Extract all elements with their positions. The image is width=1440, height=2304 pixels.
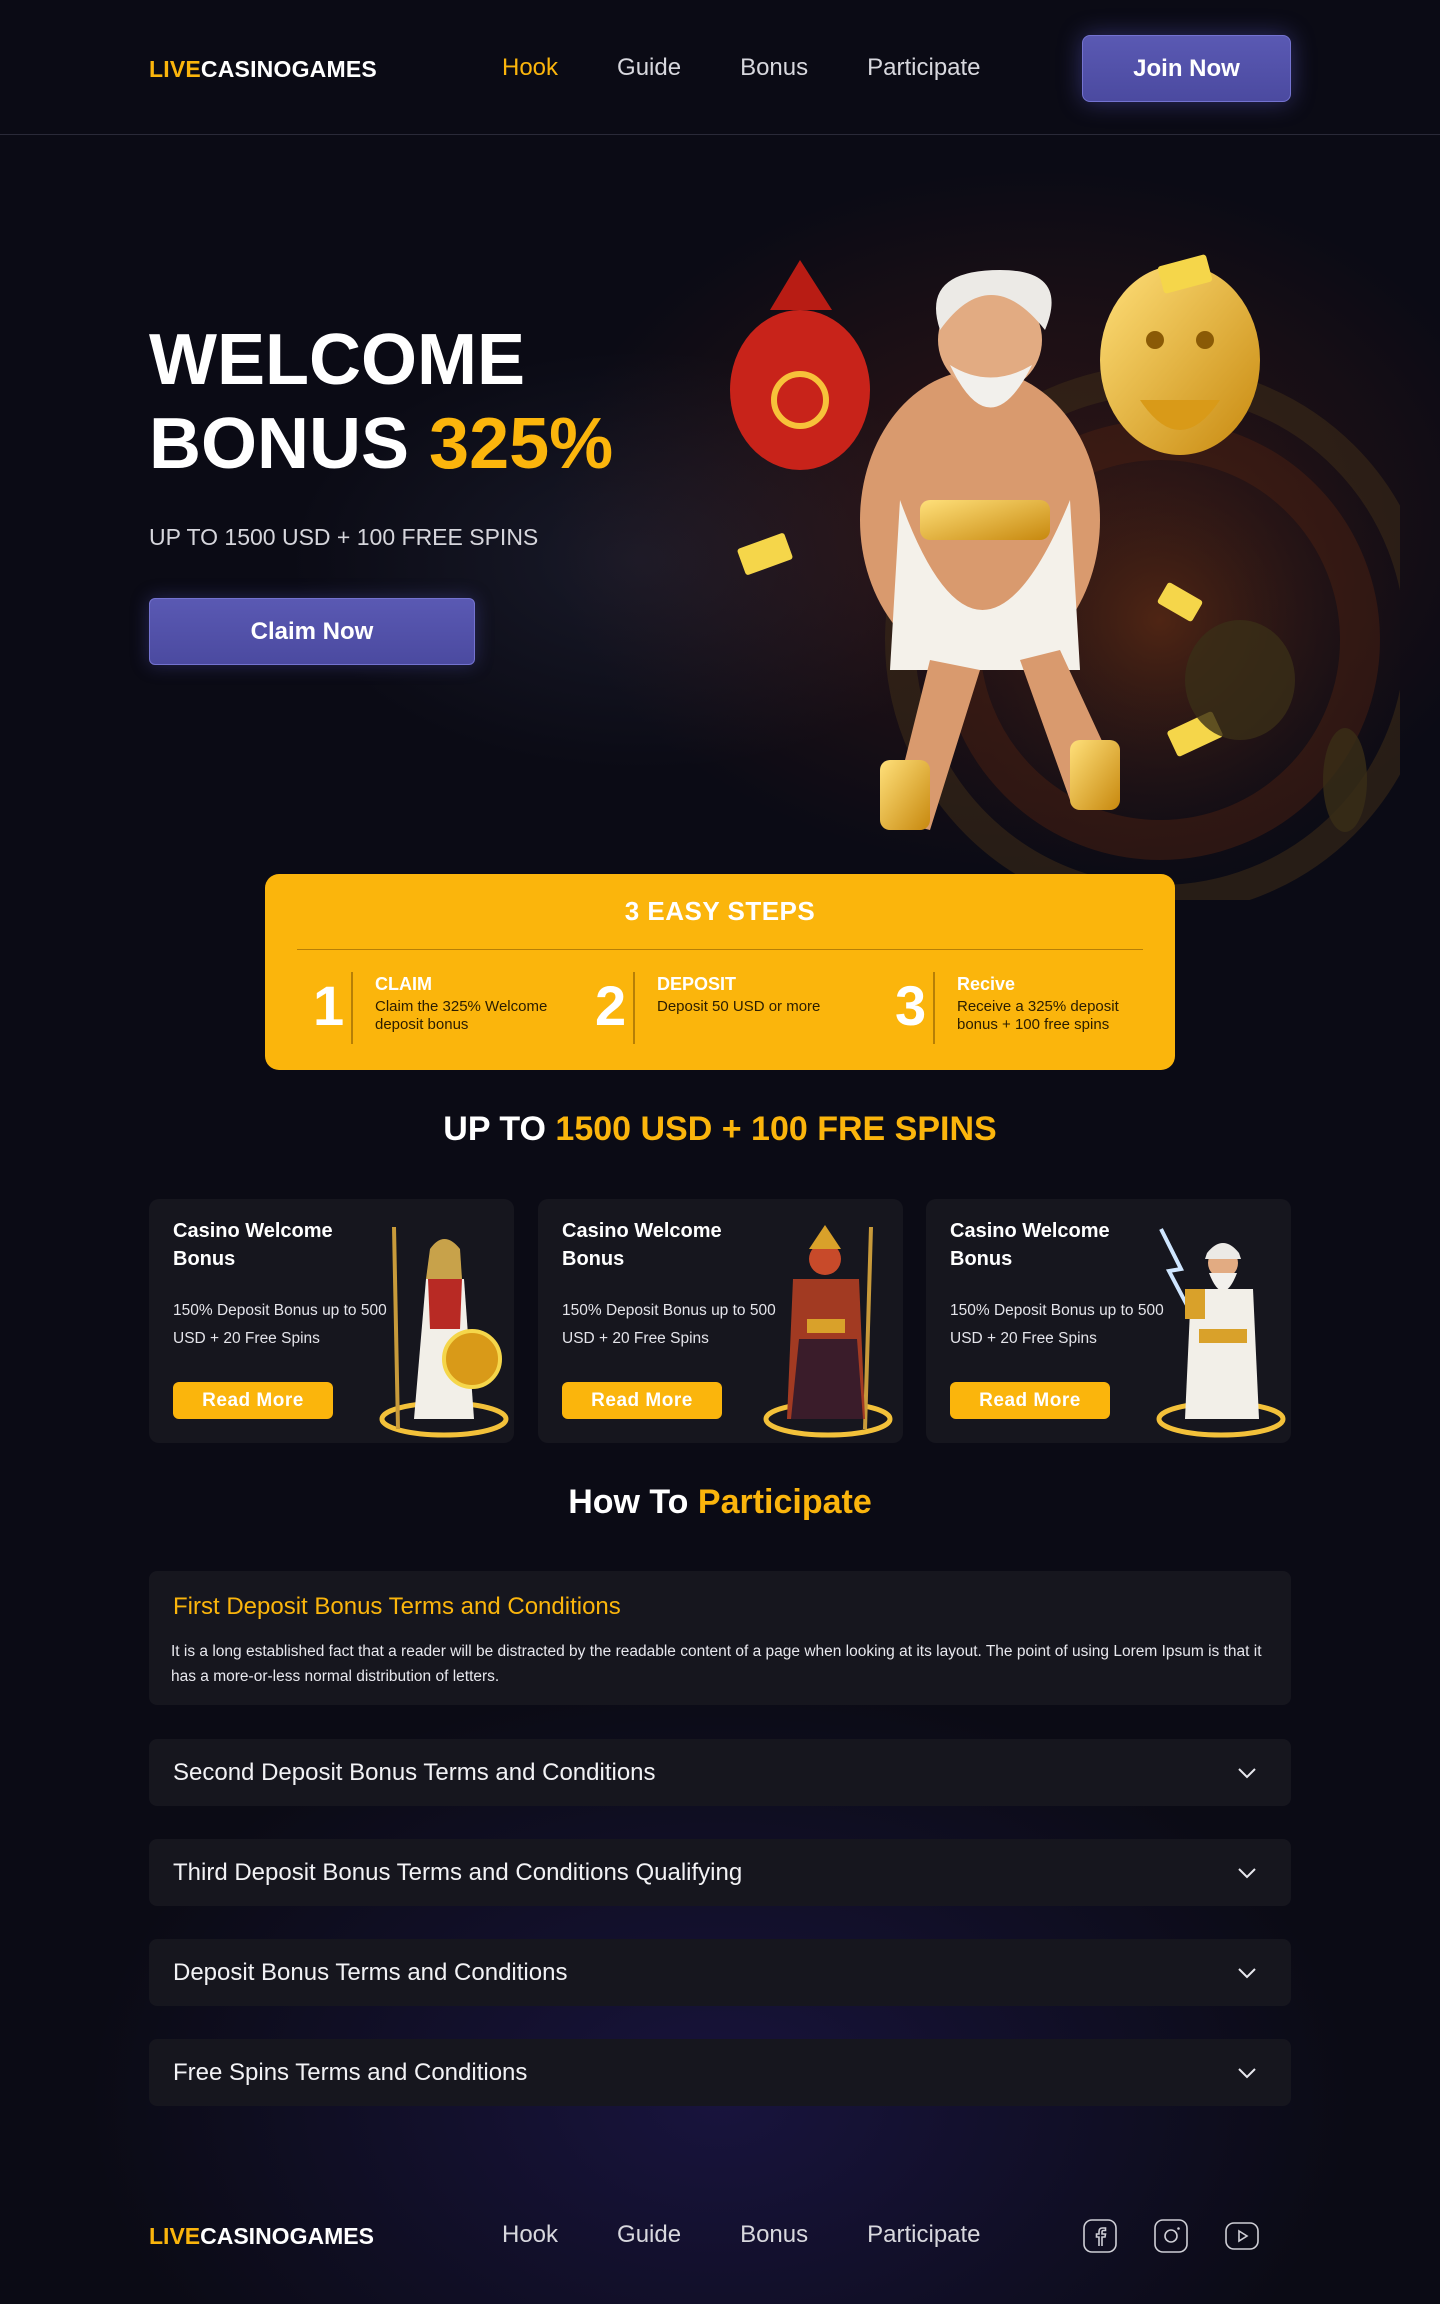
footer-nav: Hook Guide Bonus Participate — [502, 2221, 1040, 2249]
step-number: 2 — [595, 974, 627, 1037]
accordion-title[interactable]: First Deposit Bonus Terms and Conditions — [173, 1593, 621, 1621]
step-description: Claim the 325% Welcome deposit bonus — [375, 998, 548, 1033]
read-more-button[interactable]: Read More — [950, 1382, 1110, 1419]
easy-steps-card: 3 EASY STEPS 1 CLAIM Claim the 325% Welc… — [265, 874, 1175, 1070]
footer-nav-participate[interactable]: Participate — [867, 2221, 980, 2249]
step-divider — [351, 972, 353, 1044]
chevron-down-icon[interactable] — [1235, 1961, 1259, 1985]
hero-title-percent: 325% — [429, 404, 614, 484]
read-more-button[interactable]: Read More — [562, 1382, 722, 1419]
steps-title: 3 EASY STEPS — [624, 896, 816, 926]
step-title: Recive — [957, 974, 1016, 994]
footer-nav-guide[interactable]: Guide — [617, 2221, 681, 2249]
step-description: Receive a 325% deposit bonus + 100 free … — [957, 998, 1119, 1033]
step-claim: 1 CLAIM Claim the 325% Welcome deposit b… — [313, 972, 563, 1044]
step-divider — [933, 972, 935, 1044]
offer-headline: UP TO 1500 USD + 100 FRE SPINS — [0, 1110, 1440, 1149]
bonus-card: Casino Welcome Bonus 150% Deposit Bonus … — [926, 1199, 1291, 1443]
card-description: 150% Deposit Bonus up to 500 USD + 20 Fr… — [562, 1302, 776, 1347]
bonus-card: Casino Welcome Bonus 150% Deposit Bonus … — [149, 1199, 514, 1443]
nav-hook[interactable]: Hook — [502, 54, 558, 82]
site-header: LIVECASINOGAMES Hook Guide Bonus Partici… — [0, 0, 1440, 135]
card-description: 150% Deposit Bonus up to 500 USD + 20 Fr… — [950, 1302, 1164, 1347]
step-title: DEPOSIT — [657, 974, 737, 994]
footer-logo-live: LIVE — [149, 2223, 201, 2249]
footer-logo[interactable]: LIVECASINOGAMES — [149, 2223, 374, 2250]
hero-zeus-illustration — [730, 254, 1400, 900]
hero-title-line2: BONUS 325% — [149, 402, 613, 486]
footer-logo-casinogames: CASINOGAMES — [200, 2223, 374, 2249]
hero-title: WELCOME BONUS 325% — [149, 318, 613, 486]
logo-live: LIVE — [149, 56, 201, 82]
facebook-icon[interactable] — [1083, 2219, 1117, 2253]
nav-guide[interactable]: Guide — [617, 54, 681, 82]
read-more-button[interactable]: Read More — [173, 1382, 333, 1419]
card-title: Casino Welcome Bonus — [562, 1220, 722, 1270]
logo[interactable]: LIVECASINOGAMES — [149, 56, 377, 83]
chevron-down-icon[interactable] — [1235, 2061, 1259, 2085]
card-description: 150% Deposit Bonus up to 500 USD + 20 Fr… — [173, 1302, 387, 1347]
join-now-button[interactable]: Join Now — [1082, 35, 1291, 102]
accordion-body: It is a long established fact that a rea… — [171, 1643, 1262, 1685]
hero-title-bonus: BONUS — [149, 404, 410, 484]
accordion-item[interactable]: Second Deposit Bonus Terms and Condition… — [149, 1739, 1291, 1806]
participate-prefix: How To — [568, 1483, 698, 1521]
offer-prefix: UP TO — [443, 1110, 556, 1148]
nav-bonus[interactable]: Bonus — [740, 54, 808, 82]
logo-casinogames: CASINOGAMES — [200, 56, 377, 82]
step-deposit: 2 DEPOSIT Deposit 50 USD or more — [595, 972, 845, 1044]
card-title: Casino Welcome Bonus — [950, 1220, 1110, 1270]
card-title: Casino Welcome Bonus — [173, 1220, 333, 1270]
participate-heading: How To Participate — [0, 1483, 1440, 1522]
bonus-card: Casino Welcome Bonus 150% Deposit Bonus … — [538, 1199, 903, 1443]
chevron-down-icon[interactable] — [1235, 1761, 1259, 1785]
footer-nav-bonus[interactable]: Bonus — [740, 2221, 808, 2249]
lightning-god-icon — [1156, 1228, 1286, 1438]
warrior-goddess-icon — [379, 1226, 509, 1438]
accordion-title: Second Deposit Bonus Terms and Condition… — [173, 1759, 656, 1786]
youtube-icon[interactable] — [1225, 2219, 1259, 2253]
step-number: 1 — [313, 974, 345, 1037]
accordion-title: Third Deposit Bonus Terms and Conditions… — [173, 1859, 743, 1886]
step-number: 3 — [895, 974, 927, 1037]
step-receive: 3 Recive Receive a 325% deposit bonus + … — [895, 972, 1155, 1044]
participate-highlight: Participate — [697, 1483, 872, 1521]
instagram-icon[interactable] — [1154, 2219, 1188, 2253]
footer-nav-hook[interactable]: Hook — [502, 2221, 558, 2249]
accordion-item[interactable]: Deposit Bonus Terms and Conditions — [149, 1939, 1291, 2006]
accordion-item[interactable]: Free Spins Terms and Conditions — [149, 2039, 1291, 2106]
accordion-title: Deposit Bonus Terms and Conditions — [173, 1959, 568, 1986]
fire-demon-king-icon — [763, 1225, 893, 1438]
accordion-item[interactable]: Third Deposit Bonus Terms and Conditions… — [149, 1839, 1291, 1906]
steps-divider — [297, 949, 1143, 950]
hero-title-line1: WELCOME — [149, 320, 525, 400]
step-title: CLAIM — [375, 974, 432, 994]
step-description: Deposit 50 USD or more — [657, 998, 821, 1015]
accordion-title: Free Spins Terms and Conditions — [173, 2059, 528, 2086]
hero-subtitle: UP TO 1500 USD + 100 FREE SPINS — [149, 524, 539, 550]
nav-participate[interactable]: Participate — [867, 54, 980, 82]
claim-now-button[interactable]: Claim Now — [149, 598, 475, 665]
offer-highlight: 1500 USD + 100 FRE SPINS — [555, 1110, 997, 1148]
main-nav: Hook Guide Bonus Participate — [502, 54, 1040, 82]
step-divider — [633, 972, 635, 1044]
accordion-item-open[interactable]: First Deposit Bonus Terms and Conditions… — [149, 1571, 1291, 1705]
chevron-down-icon[interactable] — [1235, 1861, 1259, 1885]
